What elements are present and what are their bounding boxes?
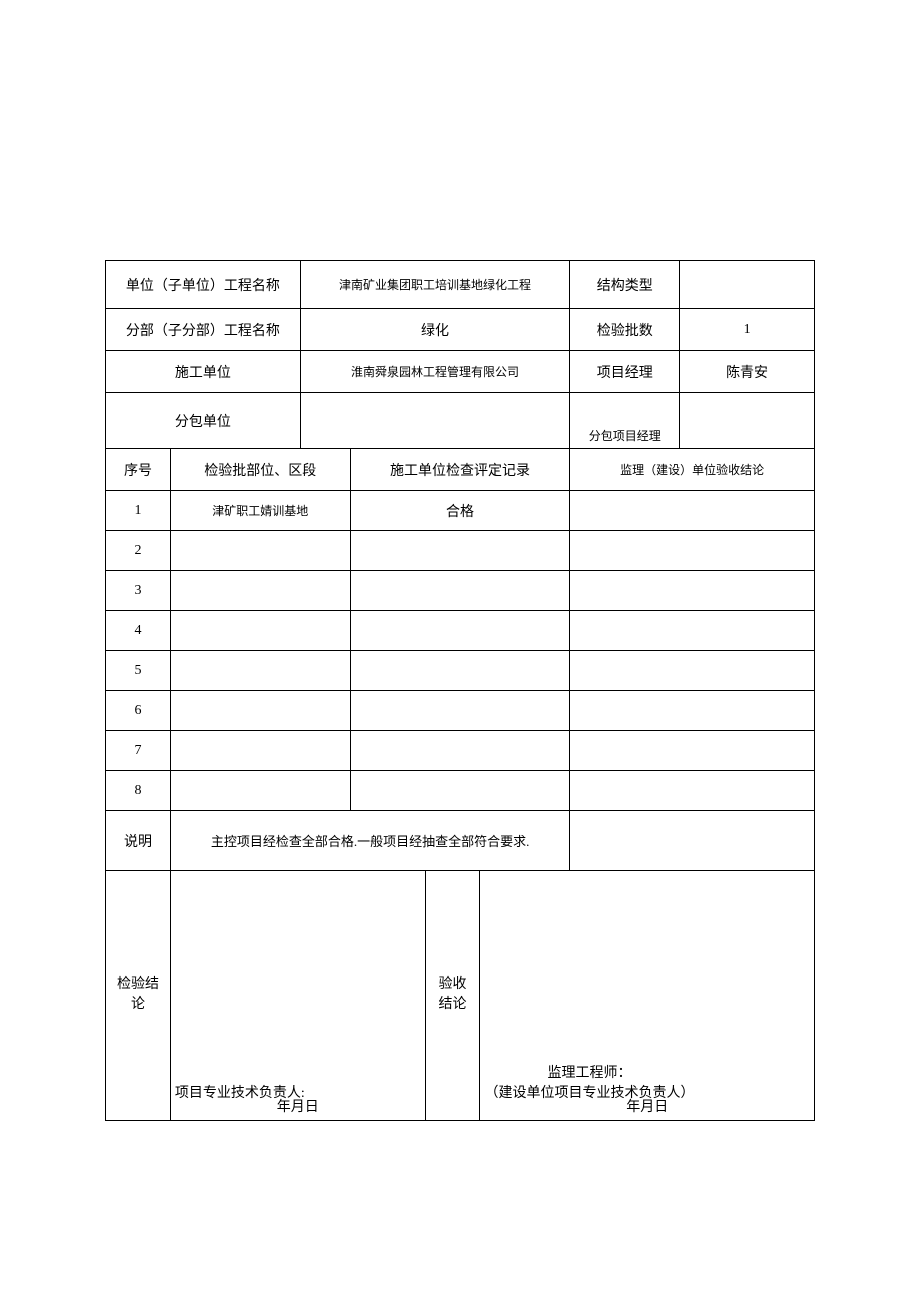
label-subcontractor: 分包单位 <box>106 393 301 449</box>
value-structure-type <box>680 261 815 309</box>
cell-num: 7 <box>106 731 171 771</box>
cell-part <box>170 611 350 651</box>
table-row: 4 <box>106 611 815 651</box>
cell-num: 6 <box>106 691 171 731</box>
sig-tech-lead: 项目专业技术负责人: 年月日 <box>170 871 425 1121</box>
value-description: 主控项目经检查全部合格.一般项目经抽查全部符合要求. <box>170 811 569 871</box>
cell-record <box>350 651 570 691</box>
label-construction-unit: 施工单位 <box>106 351 301 393</box>
col-record: 施工单位检查评定记录 <box>350 449 570 491</box>
cell-conclusion <box>570 571 815 611</box>
cell-conclusion <box>570 771 815 811</box>
table-row: 2 <box>106 531 815 571</box>
col-part: 检验批部位、区段 <box>170 449 350 491</box>
label-description: 说明 <box>106 811 171 871</box>
cell-conclusion <box>570 691 815 731</box>
label-sub-pm: 分包项目经理 <box>570 393 680 449</box>
cell-num: 1 <box>106 491 171 531</box>
cell-part <box>170 651 350 691</box>
value-subcontractor <box>300 393 570 449</box>
label-inspection-conclusion: 检验结 论 <box>106 871 171 1121</box>
cell-num: 3 <box>106 571 171 611</box>
cell-num: 8 <box>106 771 171 811</box>
cell-part <box>170 731 350 771</box>
label-unit-project: 单位（子单位）工程名称 <box>106 261 301 309</box>
cell-part <box>170 691 350 731</box>
label-structure-type: 结构类型 <box>570 261 680 309</box>
cell-record <box>350 771 570 811</box>
value-unit-project: 津南矿业集团职工培训基地绿化工程 <box>300 261 570 309</box>
table-row: 6 <box>106 691 815 731</box>
sig-supervisor-date: 年月日 <box>480 1096 814 1116</box>
cell-conclusion <box>570 491 815 531</box>
desc-blank <box>570 811 815 871</box>
value-sub-pm <box>680 393 815 449</box>
cell-part: 津矿职工婧训基地 <box>170 491 350 531</box>
label-project-manager: 项目经理 <box>570 351 680 393</box>
sig-tech-lead-date: 年月日 <box>171 1096 425 1116</box>
cell-conclusion <box>570 531 815 571</box>
cell-part <box>170 571 350 611</box>
label-acceptance-conclusion: 验收 结论 <box>425 871 480 1121</box>
col-num: 序号 <box>106 449 171 491</box>
table-row: 8 <box>106 771 815 811</box>
col-conclusion: 监理（建设）单位验收结论 <box>570 449 815 491</box>
value-batch-count: 1 <box>680 309 815 351</box>
cell-record <box>350 611 570 651</box>
cell-num: 4 <box>106 611 171 651</box>
cell-record <box>350 531 570 571</box>
cell-record <box>350 571 570 611</box>
inspection-form-table: 单位（子单位）工程名称 津南矿业集团职工培训基地绿化工程 结构类型 分部（子分部… <box>105 260 815 1121</box>
table-row: 1 津矿职工婧训基地 合格 <box>106 491 815 531</box>
label-subsection-project: 分部（子分部）工程名称 <box>106 309 301 351</box>
table-row: 5 <box>106 651 815 691</box>
cell-num: 2 <box>106 531 171 571</box>
value-project-manager: 陈青安 <box>680 351 815 393</box>
cell-part <box>170 531 350 571</box>
cell-conclusion <box>570 651 815 691</box>
sig-supervisor: 监理工程师： （建设单位项目专业技术负责人） 年月日 <box>480 871 815 1121</box>
cell-num: 5 <box>106 651 171 691</box>
cell-record <box>350 731 570 771</box>
cell-record <box>350 691 570 731</box>
cell-conclusion <box>570 731 815 771</box>
table-row: 3 <box>106 571 815 611</box>
cell-conclusion <box>570 611 815 651</box>
cell-record: 合格 <box>350 491 570 531</box>
value-construction-unit: 淮南舜泉园林工程管理有限公司 <box>300 351 570 393</box>
label-batch-count: 检验批数 <box>570 309 680 351</box>
cell-part <box>170 771 350 811</box>
table-row: 7 <box>106 731 815 771</box>
value-subsection-project: 绿化 <box>300 309 570 351</box>
